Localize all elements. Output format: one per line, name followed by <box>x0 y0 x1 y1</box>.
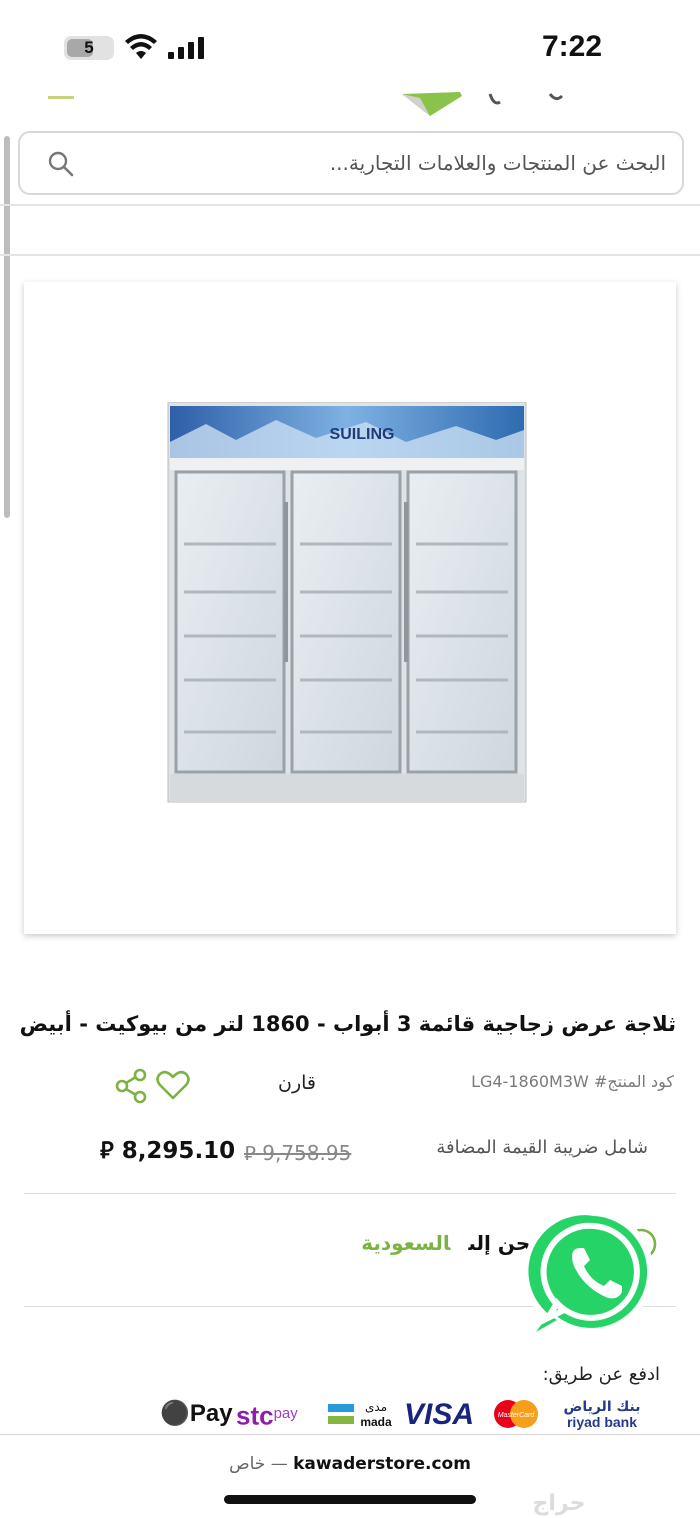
price-value: 8,295.10 <box>121 1138 236 1164</box>
battery-level: 5 <box>84 38 94 57</box>
share-icon[interactable] <box>114 1068 148 1104</box>
wishlist-heart-icon[interactable] <box>156 1070 190 1100</box>
divider <box>0 254 700 256</box>
svg-text:حراج: حراج <box>533 1491 586 1516</box>
watermark-logo: حراج <box>533 1491 586 1516</box>
search-input[interactable] <box>80 143 666 183</box>
current-price: ⃁ 8,295.10 <box>100 1136 235 1165</box>
search-bar[interactable] <box>18 131 684 195</box>
fridge-doors <box>174 470 518 774</box>
header-edge <box>48 96 74 99</box>
divider <box>0 204 700 206</box>
vat-note: شامل ضريبة القيمة المضافة <box>436 1137 648 1158</box>
search-icon[interactable] <box>48 151 74 177</box>
stc-pay-logo: stcpay <box>236 1400 298 1431</box>
currency-symbol: ⃁ <box>100 1138 114 1164</box>
cellular-signal-icon <box>168 37 204 59</box>
svg-text:riyad bank: riyad bank <box>567 1414 637 1430</box>
whatsapp-icon[interactable] <box>524 1204 664 1344</box>
product-title: ثلاجة عرض زجاجية قائمة 3 أبواب - 1860 لت… <box>19 1012 676 1036</box>
visa-logo: VISA <box>404 1398 475 1431</box>
divider <box>24 1193 676 1194</box>
product-brand-text: SUILING <box>330 426 395 443</box>
scrollbar[interactable] <box>4 136 10 518</box>
apple-logo-icon: ⚫ <box>160 1400 190 1427</box>
product-sku: كود المنتج# LG4-1860M3W <box>471 1072 674 1091</box>
old-price: ⃁ 9,758.95 <box>244 1140 351 1166</box>
currency-symbol: ⃁ <box>244 1141 256 1165</box>
payment-label: ادفع عن طريق: <box>542 1364 660 1385</box>
svg-text:mada: mada <box>360 1415 392 1429</box>
mastercard-logo: MasterCard <box>490 1396 542 1432</box>
product-image[interactable]: SUILING <box>166 402 528 812</box>
svg-text:مدى: مدى <box>365 1400 387 1414</box>
svg-text:بنك الرياض: بنك الرياض <box>564 1399 641 1415</box>
product-image-card[interactable]: SUILING <box>24 282 676 934</box>
wifi-icon <box>125 34 157 59</box>
status-time: 7:22 <box>541 30 602 63</box>
status-bar: 5 7:22 <box>0 0 700 96</box>
shipping-country: السعودية <box>361 1231 451 1255</box>
private-label: خاص — <box>229 1454 288 1474</box>
store-logo[interactable] <box>390 92 570 122</box>
svg-text:MasterCard: MasterCard <box>498 1412 536 1419</box>
old-price-value: 9,758.95 <box>262 1141 352 1165</box>
payment-methods: ⚫Pay stcpay مدى mada VISA MasterCard بنك… <box>160 1396 660 1432</box>
url-text: kawaderstore.com <box>293 1454 471 1474</box>
mada-logo: مدى mada <box>328 1396 394 1432</box>
riyad-bank-logo: بنك الرياض riyad bank <box>552 1396 652 1432</box>
battery-icon: 5 <box>64 36 114 60</box>
apple-pay-logo: ⚫Pay <box>160 1400 233 1427</box>
home-indicator[interactable] <box>224 1495 476 1504</box>
browser-address[interactable]: خاص — kawaderstore.com <box>0 1454 700 1474</box>
compare-button[interactable]: قارن <box>278 1072 316 1094</box>
